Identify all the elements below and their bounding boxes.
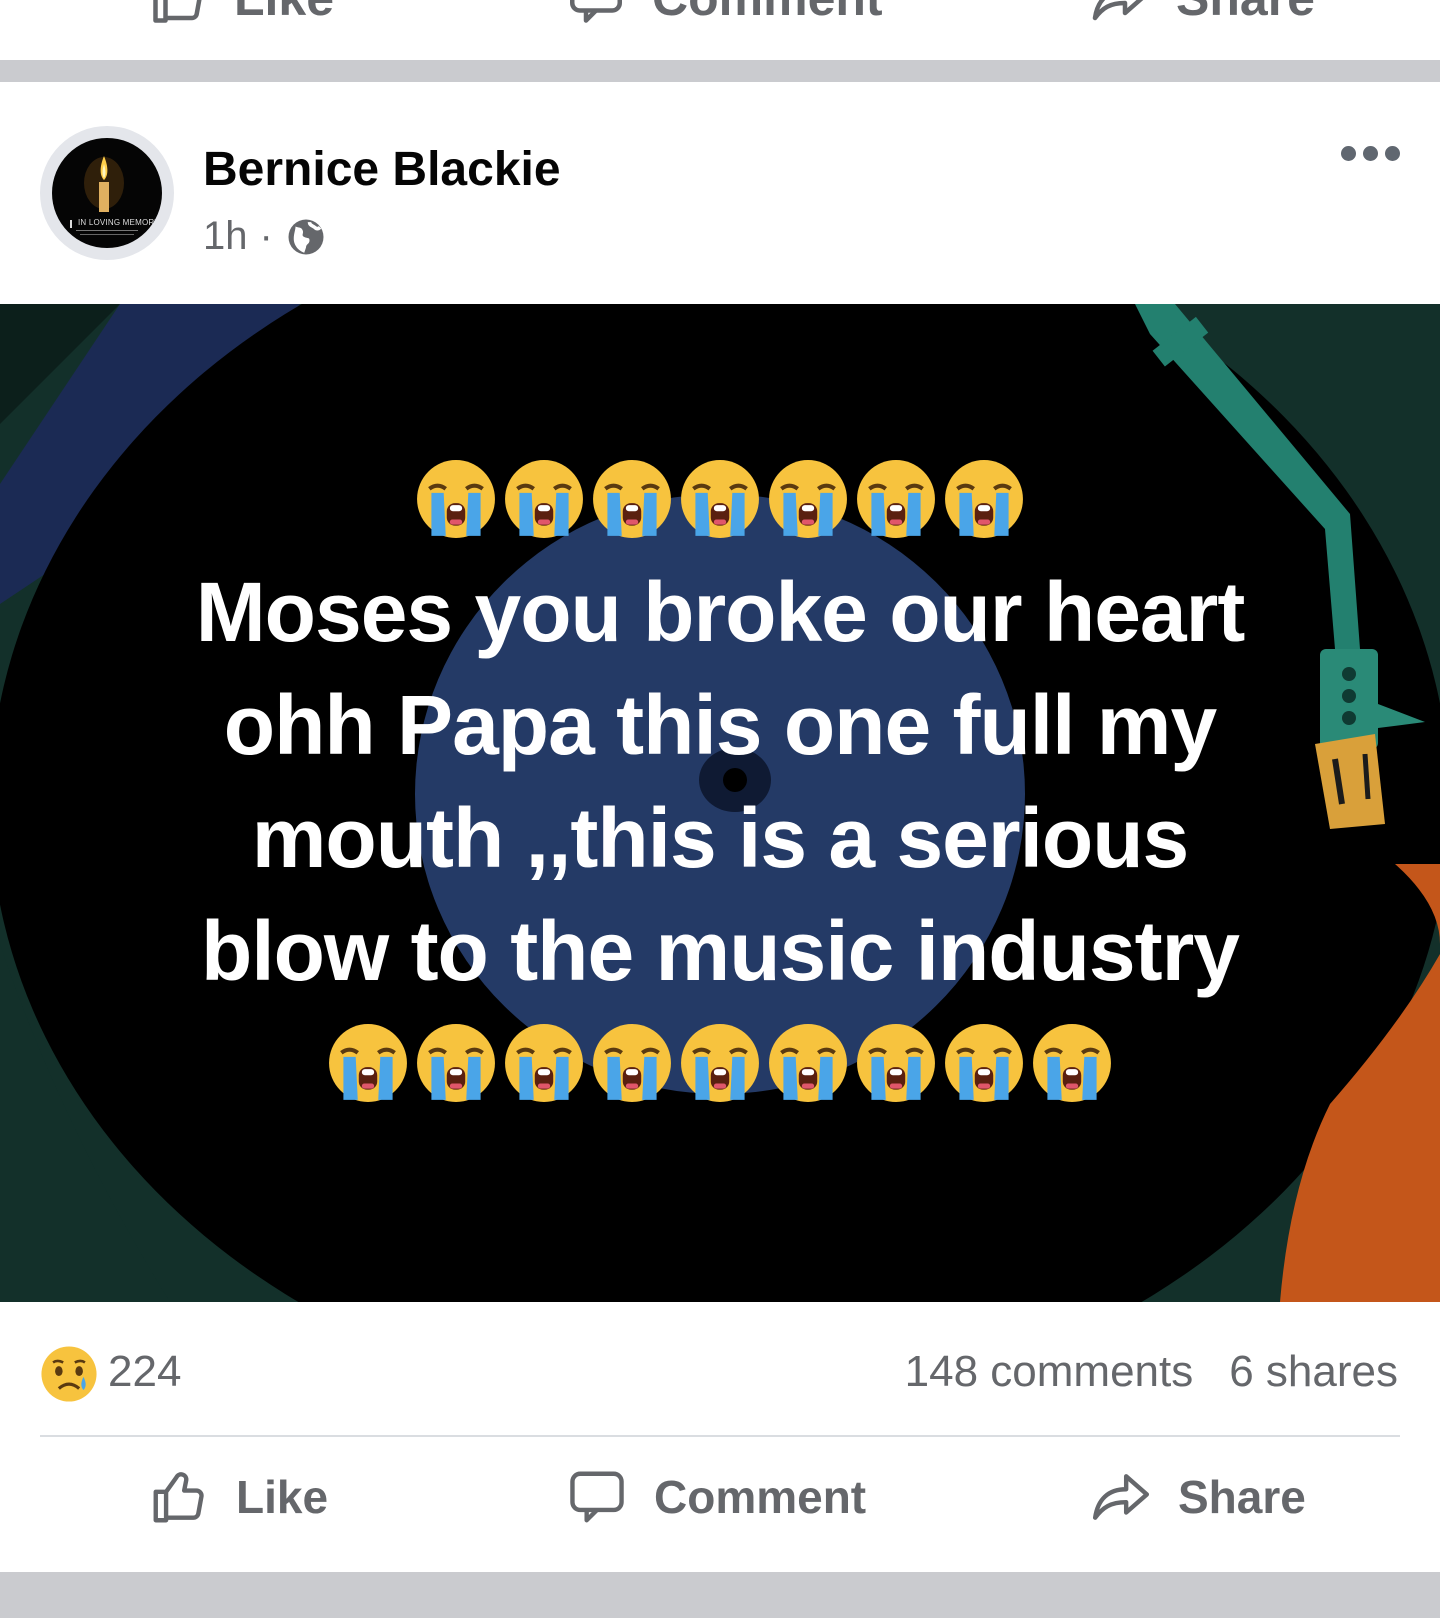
- post-action-bar: Like Comment Share: [0, 1466, 1440, 1546]
- post-caption: Moses you broke our heart ohh Papa this …: [0, 454, 1440, 1108]
- loudly-crying-face-icon: [417, 1024, 495, 1102]
- author-name[interactable]: Bernice Blackie: [203, 142, 561, 197]
- meta-separator: ·: [259, 214, 273, 258]
- more-dot: [1363, 146, 1378, 161]
- engagement-counts: 148 comments 6 shares: [905, 1347, 1398, 1397]
- post-image[interactable]: Moses you broke our heart ohh Papa this …: [0, 304, 1440, 1302]
- previous-comment-label: Comment: [652, 0, 883, 27]
- avatar-image: IN LOVING MEMORY: [52, 138, 162, 248]
- share-label: Share: [1178, 1471, 1306, 1523]
- loudly-crying-face-icon: [945, 1024, 1023, 1102]
- loudly-crying-face-icon: [417, 460, 495, 538]
- like-button[interactable]: Like: [148, 1466, 328, 1528]
- loudly-crying-face-icon: [769, 460, 847, 538]
- stats-divider: [40, 1435, 1400, 1437]
- candle-icon: [70, 156, 138, 235]
- loudly-crying-face-icon: [857, 1024, 935, 1102]
- like-label: Like: [236, 1471, 329, 1523]
- post-separator-bottom: [0, 1572, 1440, 1618]
- post-meta: 1h ·: [203, 214, 327, 259]
- sad-face-icon: [41, 1346, 97, 1402]
- thumbs-up-icon: [153, 0, 202, 23]
- share-arrow-icon: [1092, 0, 1144, 21]
- reaction-summary[interactable]: [40, 1345, 98, 1408]
- loudly-crying-face-icon: [857, 460, 935, 538]
- loudly-crying-face-icon: [1033, 1024, 1111, 1102]
- emoji-row-top: [0, 454, 1440, 544]
- caption-line-3: mouth ,,this is a serious: [251, 791, 1190, 885]
- previous-like-label: Like: [234, 0, 334, 27]
- emoji-row-bottom: [0, 1018, 1440, 1108]
- more-dot: [1385, 146, 1400, 161]
- more-options-icon[interactable]: [1341, 146, 1400, 161]
- post-timestamp[interactable]: 1h: [203, 214, 248, 259]
- globe-icon[interactable]: [285, 216, 327, 258]
- comments-count[interactable]: 148 comments: [905, 1347, 1194, 1397]
- thumbs-up-icon: [153, 1472, 204, 1523]
- shares-count[interactable]: 6 shares: [1229, 1347, 1398, 1397]
- loudly-crying-face-icon: [593, 460, 671, 538]
- more-dot: [1341, 146, 1356, 161]
- previous-share-button[interactable]: Share: [1090, 0, 1315, 28]
- share-arrow-icon: [1092, 1474, 1150, 1520]
- loudly-crying-face-icon: [329, 1024, 407, 1102]
- share-button[interactable]: Share: [1090, 1466, 1306, 1528]
- comment-bubble-icon: [570, 0, 622, 23]
- previous-share-label: Share: [1176, 0, 1315, 27]
- loudly-crying-face-icon: [593, 1024, 671, 1102]
- loudly-crying-face-icon: [681, 1024, 759, 1102]
- caption-line-2: ohh Papa this one full my: [223, 678, 1217, 772]
- loudly-crying-face-icon: [505, 460, 583, 538]
- caption-line-4: blow to the music industry: [200, 904, 1240, 998]
- previous-comment-button[interactable]: Comment: [566, 0, 883, 28]
- previous-post-action-bar: Like Comment Share: [0, 0, 1440, 60]
- loudly-crying-face-icon: [681, 460, 759, 538]
- author-avatar[interactable]: IN LOVING MEMORY: [40, 126, 174, 260]
- caption-line-1: Moses you broke our heart: [195, 565, 1246, 659]
- previous-like-button[interactable]: Like: [148, 0, 334, 28]
- comment-button[interactable]: Comment: [566, 1466, 866, 1528]
- post-separator: [0, 60, 1440, 82]
- reaction-count[interactable]: 224: [108, 1347, 181, 1397]
- loudly-crying-face-icon: [945, 460, 1023, 538]
- loudly-crying-face-icon: [769, 1024, 847, 1102]
- avatar-caption: IN LOVING MEMORY: [78, 218, 160, 227]
- loudly-crying-face-icon: [505, 1024, 583, 1102]
- comment-label: Comment: [654, 1471, 867, 1523]
- comment-bubble-icon: [570, 1471, 624, 1523]
